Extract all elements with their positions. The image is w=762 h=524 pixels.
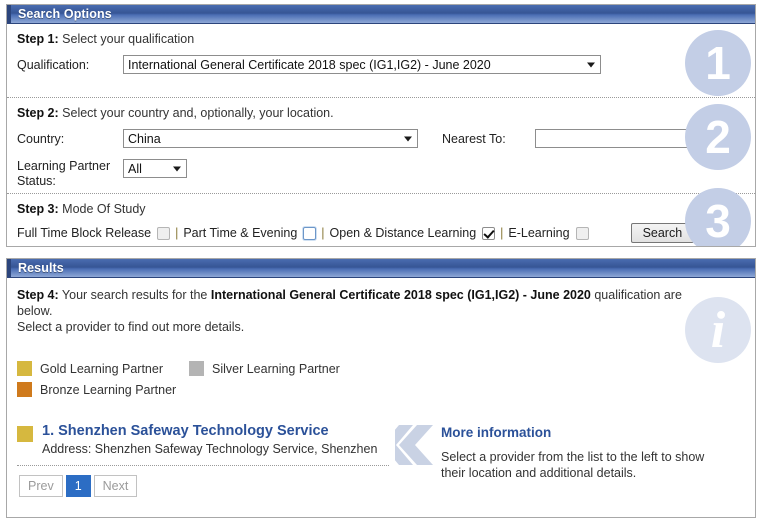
legend-label-bronze: Bronze Learning Partner: [40, 383, 176, 397]
qualification-select-wrap: International General Certificate 2018 s…: [123, 55, 601, 74]
step-3-section: 3 Step 3: Mode Of Study Full Time Block …: [7, 194, 755, 247]
results-panel: Results i Step 4: Your search results fo…: [6, 258, 756, 518]
step-2-section: 2 Step 2: Select your country and, optio…: [7, 98, 755, 194]
mode-checkbox-full-time-block-release[interactable]: [157, 227, 170, 240]
legend-item-bronze: Bronze Learning Partner: [17, 382, 176, 397]
learning-partner-status-label-text: Learning Partner Status:: [17, 159, 110, 188]
mode-separator: |: [321, 226, 324, 240]
learning-partner-status-select[interactable]: All: [123, 159, 187, 178]
mode-label-part-time: Part Time & Evening: [183, 226, 297, 240]
results-split: 1. Shenzhen Safeway Technology Service A…: [17, 423, 745, 497]
more-information-text: Select a provider from the list to the l…: [441, 449, 711, 481]
results-title: Results: [7, 261, 64, 275]
step-4-line2: Select a provider to find out more detai…: [17, 320, 244, 334]
double-chevron-left-icon: [395, 425, 441, 465]
country-select[interactable]: China: [123, 129, 418, 148]
silver-swatch-icon: [189, 361, 204, 376]
country-select-wrap: China: [123, 129, 418, 148]
learning-partner-status-label: Learning Partner Status:: [17, 159, 123, 189]
qualification-row: Qualification: International General Cer…: [17, 55, 745, 74]
nearest-to-label: Nearest To:: [442, 132, 535, 146]
step-1-text: Select your qualification: [59, 32, 195, 46]
step-2-text: Select your country and, optionally, you…: [59, 106, 334, 120]
mode-label-e-learning: E-Learning: [508, 226, 569, 240]
mode-checkbox-open-distance-learning[interactable]: [482, 227, 495, 240]
step-1-instruction: Step 1: Select your qualification: [17, 32, 745, 46]
legend-label-silver: Silver Learning Partner: [212, 362, 340, 376]
step-4-pre-text: Your search results for the: [59, 288, 211, 302]
step-1-section: 1 Step 1: Select your qualification Qual…: [7, 24, 755, 98]
search-button[interactable]: Search: [631, 223, 695, 243]
legend: Gold Learning Partner Silver Learning Pa…: [17, 361, 745, 397]
country-row: Country: China Nearest To:: [17, 129, 745, 148]
legend-item-silver: Silver Learning Partner: [189, 361, 340, 376]
results-intro: Step 4: Your search results for the Inte…: [17, 287, 717, 335]
qualification-select[interactable]: International General Certificate 2018 s…: [123, 55, 601, 74]
status-select-wrap: All: [123, 159, 187, 178]
search-options-title: Search Options: [7, 7, 112, 21]
more-information-panel: More information Select a provider from …: [389, 423, 745, 497]
mode-checkbox-e-learning[interactable]: [576, 227, 589, 240]
results-header: Results: [7, 259, 755, 278]
provider-address: Address: Shenzhen Safeway Technology Ser…: [42, 442, 377, 456]
legend-item-gold: Gold Learning Partner: [17, 361, 163, 376]
gold-swatch-icon: [17, 361, 32, 376]
step-4-qualification: International General Certificate 2018 s…: [211, 288, 591, 302]
step-2-instruction: Step 2: Select your country and, optiona…: [17, 106, 745, 120]
search-options-header: Search Options: [7, 5, 755, 24]
pagination-next-button[interactable]: Next: [94, 475, 138, 497]
mode-label-full-time: Full Time Block Release: [17, 226, 151, 240]
mode-separator: |: [175, 226, 178, 240]
page-root: Search Options 1 Step 1: Select your qua…: [0, 0, 762, 524]
mode-separator: |: [500, 226, 503, 240]
mode-of-study-row: Full Time Block Release | Part Time & Ev…: [17, 223, 745, 243]
provider-link[interactable]: 1. Shenzhen Safeway Technology Service: [42, 423, 377, 440]
more-information-title: More information: [441, 425, 745, 440]
legend-label-gold: Gold Learning Partner: [40, 362, 163, 376]
search-options-panel: Search Options 1 Step 1: Select your qua…: [6, 4, 756, 247]
learning-partner-status-row: Learning Partner Status: All: [17, 159, 745, 189]
pagination: Prev 1 Next: [19, 475, 389, 497]
legend-row-1: Gold Learning Partner Silver Learning Pa…: [17, 361, 745, 376]
step-1-label: Step 1:: [17, 32, 59, 46]
bronze-swatch-icon: [17, 382, 32, 397]
list-item-body: 1. Shenzhen Safeway Technology Service A…: [42, 423, 377, 457]
country-label: Country:: [17, 132, 123, 146]
step-3-text: Mode Of Study: [59, 202, 146, 216]
qualification-label: Qualification:: [17, 58, 123, 72]
step-2-label: Step 2:: [17, 106, 59, 120]
step-4-label: Step 4:: [17, 288, 59, 302]
mode-checkbox-part-time-evening[interactable]: [303, 227, 316, 240]
step-3-label: Step 3:: [17, 202, 59, 216]
results-body: i Step 4: Your search results for the In…: [7, 278, 755, 497]
tier-swatch-icon: [17, 426, 33, 442]
pagination-page-1-button[interactable]: 1: [66, 475, 91, 497]
mode-label-open-distance: Open & Distance Learning: [330, 226, 477, 240]
nearest-to-input[interactable]: [535, 129, 714, 148]
results-list: 1. Shenzhen Safeway Technology Service A…: [17, 423, 389, 497]
step-3-instruction: Step 3: Mode Of Study: [17, 202, 745, 216]
legend-row-2: Bronze Learning Partner: [17, 382, 745, 397]
pagination-prev-button[interactable]: Prev: [19, 475, 63, 497]
list-item[interactable]: 1. Shenzhen Safeway Technology Service A…: [17, 423, 389, 466]
